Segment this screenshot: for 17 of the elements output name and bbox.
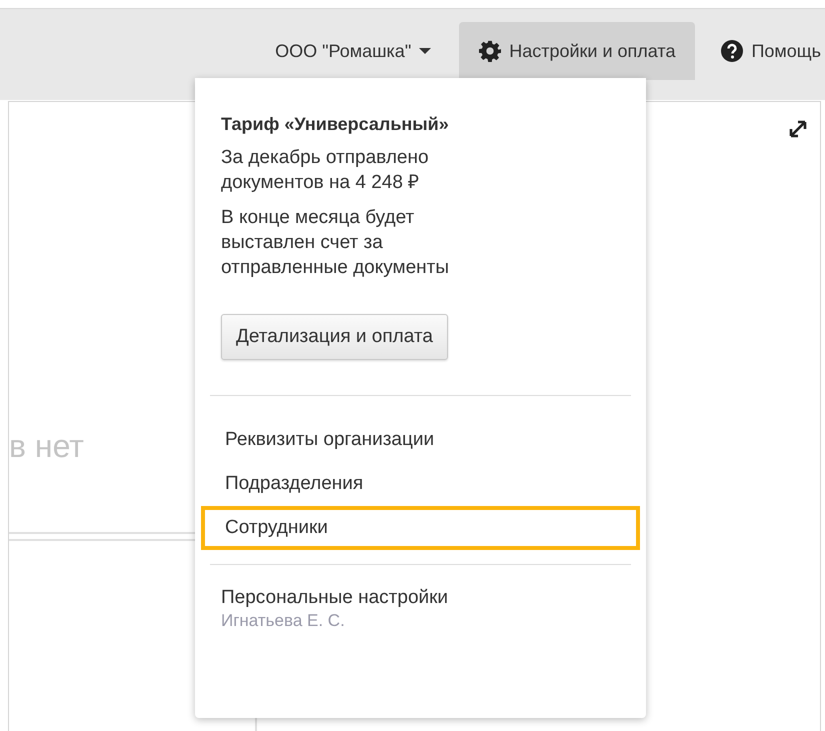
personal-settings-link[interactable]: Персональные настройки (221, 587, 620, 609)
expand-icon[interactable] (788, 119, 808, 139)
gear-icon (479, 40, 502, 62)
nav-menu-item[interactable]: Помощь (703, 22, 825, 80)
user-name: Игнатьева Е. С. (221, 611, 346, 631)
sent-documents-text: За декабрь отправлено документов на 4 248 ₽ (221, 146, 430, 195)
menu-item[interactable]: Сотрудники (201, 506, 640, 550)
details-payment-button[interactable]: Детализация и оплата (221, 314, 448, 360)
tariff-title: Тариф «Универсальный» (221, 114, 450, 135)
nav-menu-item[interactable]: Настройки и оплата (459, 22, 696, 80)
invoice-note: В конце месяца будет выставлен счет за отправленные документы (221, 206, 450, 280)
nav-menu-item[interactable]: ООО "Ромашка" (255, 22, 452, 80)
caret-icon (419, 47, 432, 55)
help-icon (721, 40, 744, 62)
menu-item[interactable]: Реквизиты организации (201, 418, 640, 462)
empty-state-text: в нет (9, 428, 84, 465)
menu-item[interactable]: Подразделения (201, 462, 640, 506)
